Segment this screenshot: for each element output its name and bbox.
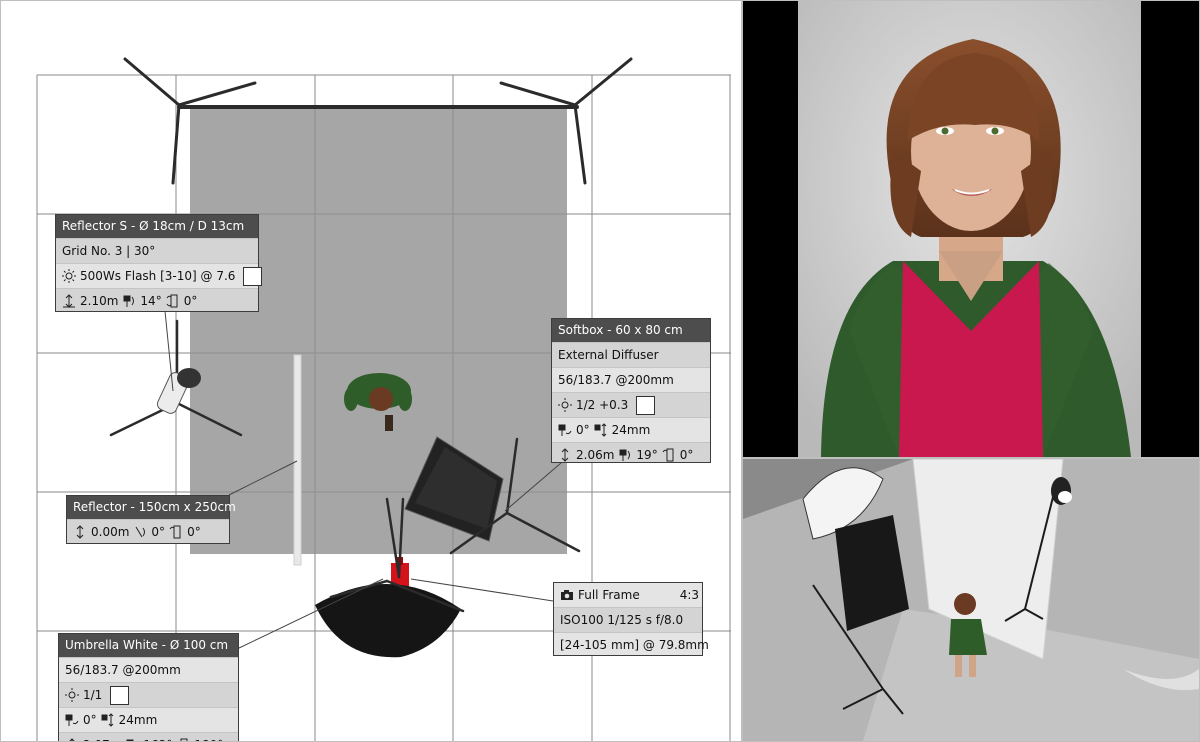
rotate-icon bbox=[166, 294, 178, 308]
height-icon bbox=[561, 448, 569, 462]
reflector-s-color-swatch[interactable] bbox=[243, 266, 263, 286]
height-icon bbox=[76, 525, 84, 539]
softbox-diffuser: External Diffuser bbox=[552, 342, 710, 367]
rotate-icon bbox=[662, 448, 674, 462]
light-setup-app: Reflector S - Ø 18cm / D 13cm Grid No. 3… bbox=[0, 0, 1200, 742]
umbrella-height: 2.07m bbox=[83, 733, 121, 741]
studio-3d-view[interactable] bbox=[743, 459, 1199, 741]
softbox-height: 2.06m bbox=[576, 448, 615, 462]
umbrella-title: Umbrella White - Ø 100 cm bbox=[59, 634, 238, 657]
softbox-power-row[interactable]: 1/2 +0.3 bbox=[552, 392, 710, 417]
sun-icon bbox=[558, 398, 572, 412]
tilt-icon bbox=[135, 526, 146, 538]
tilt-icon bbox=[123, 295, 135, 307]
sun-icon bbox=[62, 269, 76, 283]
height-icon bbox=[69, 738, 75, 741]
sun-icon bbox=[65, 688, 79, 702]
reflector-s-panel[interactable]: Reflector S - Ø 18cm / D 13cm Grid No. 3… bbox=[55, 214, 263, 313]
portrait-preview[interactable] bbox=[743, 1, 1199, 457]
umbrella-rotate: 180° bbox=[194, 733, 223, 741]
umbrella-light[interactable] bbox=[315, 579, 465, 658]
softbox-title: Softbox - 60 x 80 cm bbox=[552, 319, 710, 342]
umbrella-focal: 24mm bbox=[118, 713, 158, 727]
height-icon bbox=[63, 294, 75, 308]
softbox-pan-row[interactable]: 0° 24mm bbox=[552, 417, 710, 442]
reflector-s-position-row[interactable]: 2.10m 14° 0° bbox=[56, 288, 258, 313]
umbrella-power-row[interactable]: 1/1 bbox=[59, 682, 238, 707]
softbox-color-swatch[interactable] bbox=[636, 395, 656, 415]
pan-icon bbox=[65, 714, 79, 726]
umbrella-tilt: 163° bbox=[143, 733, 172, 741]
softbox-focal: 24mm bbox=[611, 423, 651, 437]
camera-format-row[interactable]: Full Frame 4:3 bbox=[554, 583, 702, 607]
reflector-s-grid: Grid No. 3 | 30° bbox=[56, 238, 258, 263]
focal-icon bbox=[101, 713, 113, 727]
softbox-pan: 0° bbox=[576, 423, 590, 437]
reflector-panel-position-row[interactable]: 0.00m 0° 0° bbox=[67, 519, 229, 544]
umbrella-position-row[interactable]: 2.07m 163° 180° bbox=[59, 732, 238, 741]
softbox-panel[interactable]: Softbox - 60 x 80 cm External Diffuser 5… bbox=[551, 318, 711, 463]
reflector-s-title: Reflector S - Ø 18cm / D 13cm bbox=[56, 215, 258, 238]
umbrella-panel[interactable]: Umbrella White - Ø 100 cm 56/183.7 @200m… bbox=[58, 633, 239, 741]
camera-panel[interactable]: Full Frame 4:3 ISO100 1/125 s f/8.0 [24-… bbox=[553, 582, 709, 657]
plan-view[interactable]: Reflector S - Ø 18cm / D 13cm Grid No. 3… bbox=[1, 1, 741, 741]
camera-ratio: 4:3 bbox=[679, 588, 700, 602]
camera-exposure: ISO100 1/125 s f/8.0 bbox=[554, 607, 702, 632]
camera-format: Full Frame bbox=[578, 588, 640, 602]
rotate-icon bbox=[169, 525, 181, 539]
umbrella-lens: 56/183.7 @200mm bbox=[59, 657, 238, 682]
rotate-icon bbox=[180, 738, 188, 741]
reflector-s-height: 2.10m bbox=[80, 294, 119, 308]
reflector-panel[interactable] bbox=[293, 354, 302, 566]
reflector-panel-rotate: 0° bbox=[187, 525, 201, 539]
reflector-s-tilt: 14° bbox=[140, 294, 162, 308]
umbrella-power: 1/1 bbox=[83, 688, 103, 702]
reflector-panel-title: Reflector - 150cm x 250cm bbox=[67, 496, 236, 519]
reflector-panel-height: 0.00m bbox=[91, 525, 130, 539]
umbrella-color-swatch[interactable] bbox=[110, 685, 130, 705]
portrait-render bbox=[798, 1, 1141, 457]
softbox-position-row[interactable]: 2.06m 19° 0° bbox=[552, 442, 710, 467]
camera-icon bbox=[561, 590, 573, 600]
camera-lens: [24-105 mm] @ 79.8mm bbox=[554, 632, 709, 657]
umbrella-pan-row[interactable]: 0° 24mm bbox=[59, 707, 238, 732]
tilt-icon bbox=[619, 449, 631, 461]
softbox-lens: 56/183.7 @200mm bbox=[552, 367, 710, 392]
tilt-icon bbox=[126, 739, 134, 741]
reflector-s-flash-row[interactable]: 500Ws Flash [3-10] @ 7.6 bbox=[56, 263, 263, 288]
focal-icon bbox=[594, 423, 606, 437]
reflector-panel-tilt: 0° bbox=[151, 525, 166, 539]
studio-3d-render bbox=[743, 459, 1199, 741]
reflector-s-flash: 500Ws Flash [3-10] @ 7.6 bbox=[80, 269, 236, 283]
softbox-tilt: 19° bbox=[636, 448, 658, 462]
reflector-s-rotate: 0° bbox=[183, 294, 198, 308]
reflector-panel-info[interactable]: Reflector - 150cm x 250cm 0.00m 0° 0° bbox=[66, 495, 236, 544]
pan-icon bbox=[558, 424, 572, 436]
softbox-power: 1/2 +0.3 bbox=[576, 398, 629, 412]
umbrella-pan: 0° bbox=[83, 713, 97, 727]
softbox-rotate: 0° bbox=[679, 448, 694, 462]
